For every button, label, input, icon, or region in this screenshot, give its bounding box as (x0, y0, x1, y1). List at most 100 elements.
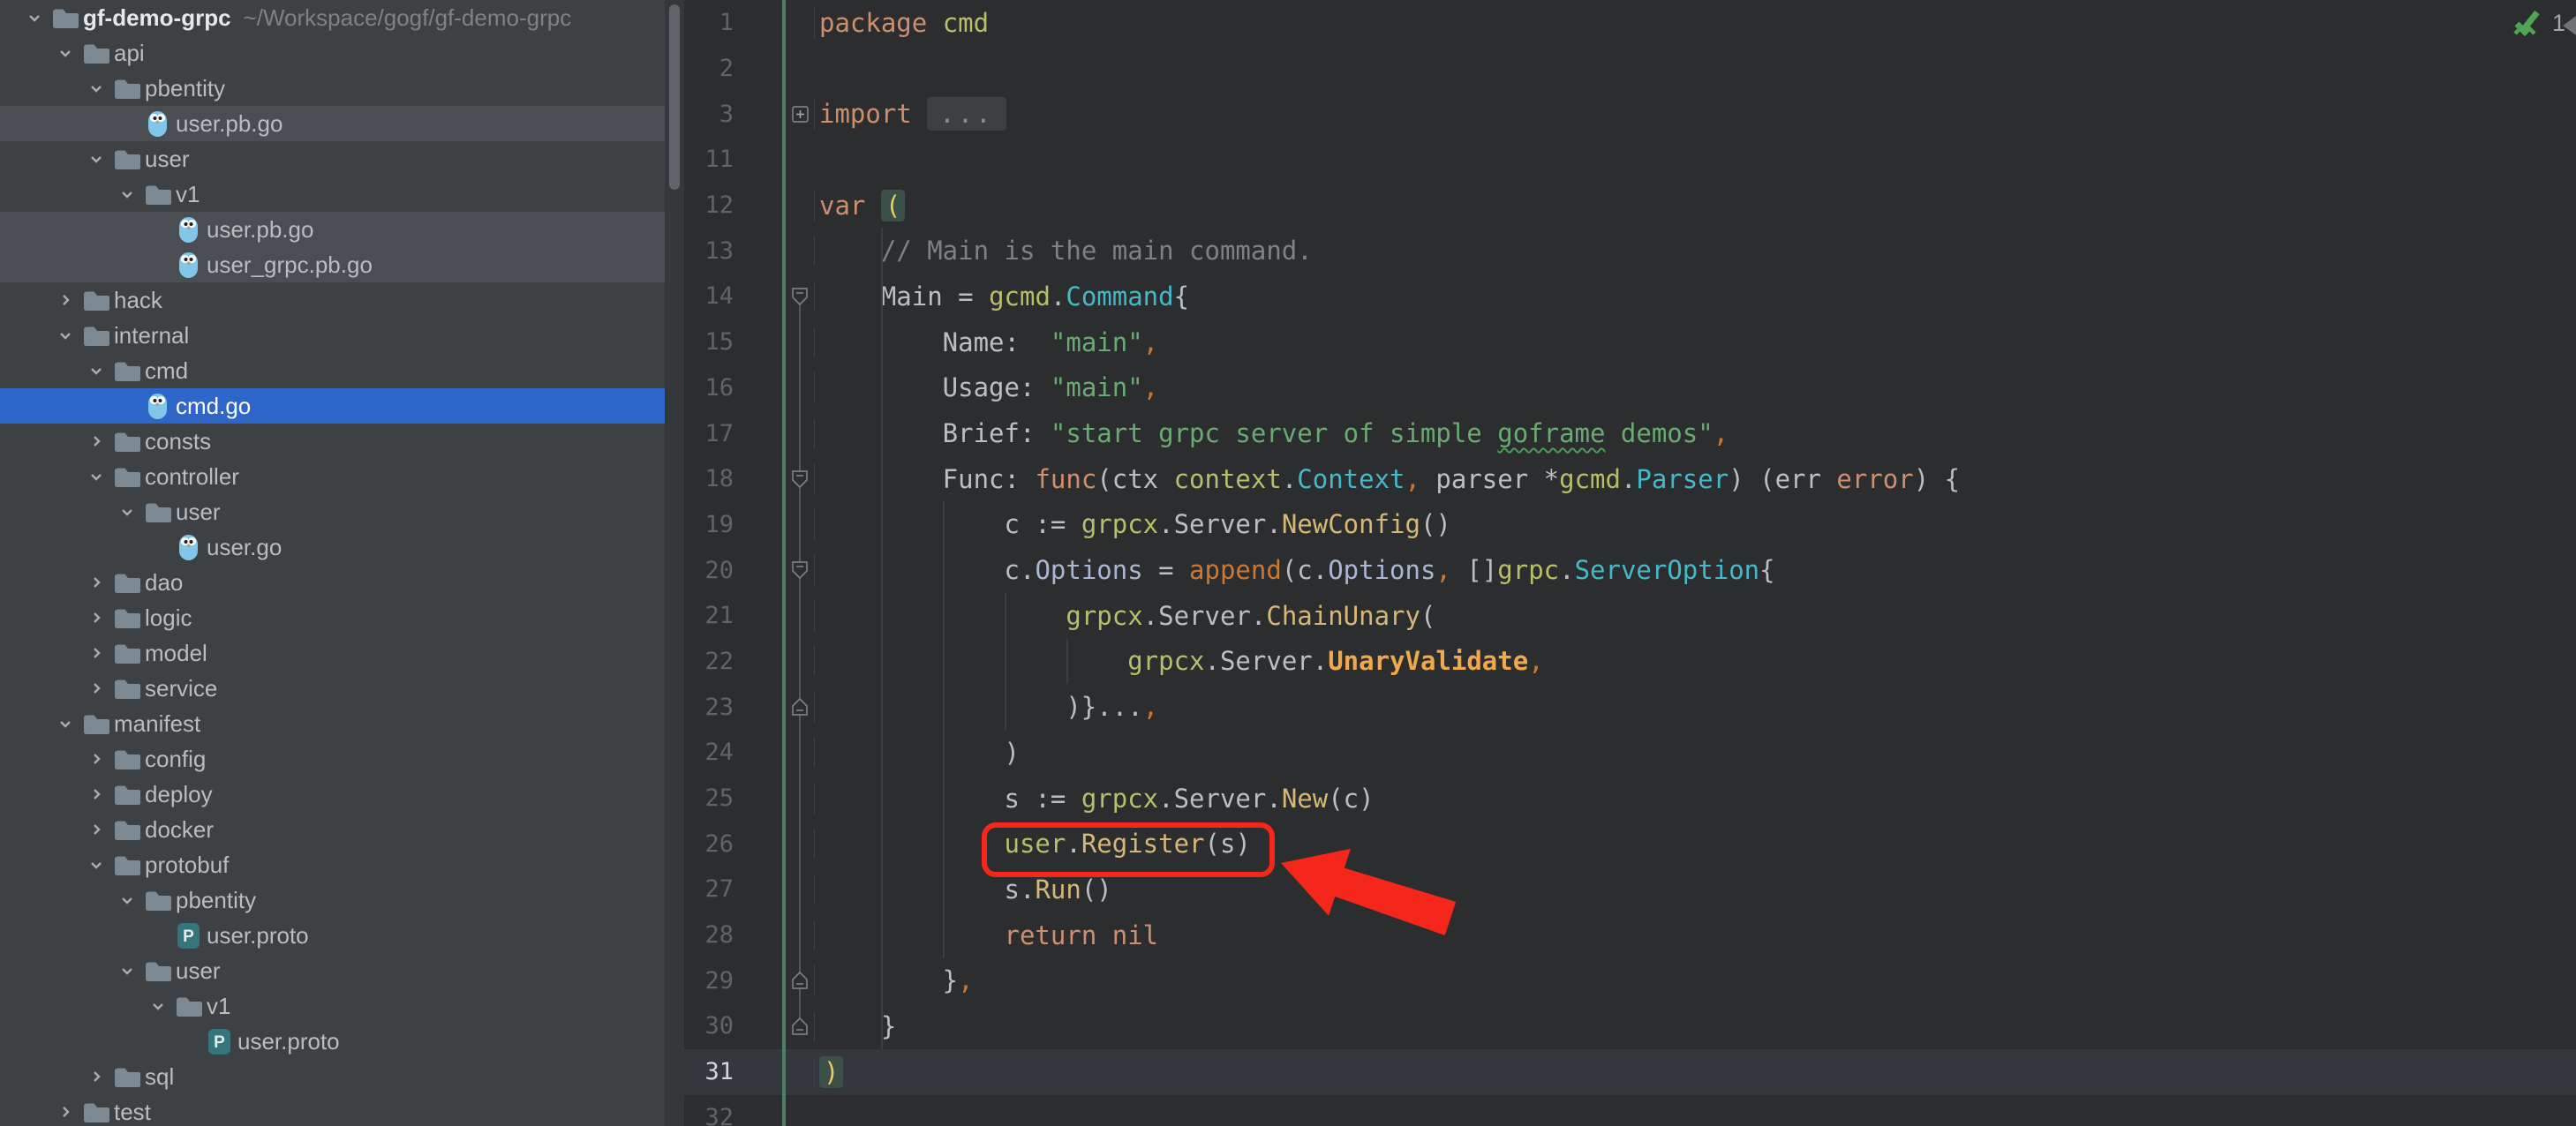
line-number[interactable]: 3 (684, 101, 734, 128)
chevron-right-icon[interactable] (81, 777, 110, 812)
tree-item-label: gf-demo-grpc (81, 4, 231, 32)
tree-item-docker[interactable]: docker (0, 812, 665, 847)
token-pl: { (1759, 555, 1774, 585)
chevron-right-icon[interactable] (81, 424, 110, 459)
tree-item-pbentity[interactable]: pbentity (0, 71, 665, 106)
tree-item-user[interactable]: user (0, 953, 665, 988)
fold-down-icon[interactable] (786, 286, 814, 307)
code-editor[interactable]: 1package cmd23import ...1112var (13 // M… (684, 0, 2576, 1126)
chevron-right-icon[interactable] (81, 812, 110, 847)
fold-up-icon[interactable] (786, 696, 814, 717)
chevron-right-icon[interactable] (81, 741, 110, 777)
widget-edge-chevron-icon[interactable] (2563, 14, 2576, 37)
line-number[interactable]: 11 (684, 146, 734, 173)
tree-item-api[interactable]: api (0, 35, 665, 71)
chevron-right-icon[interactable] (81, 1059, 110, 1094)
tree-item-v1[interactable]: v1 (0, 176, 665, 212)
tree-item-deploy[interactable]: deploy (0, 777, 665, 812)
tree-item-service[interactable]: service (0, 671, 665, 706)
chevron-right-icon[interactable] (50, 282, 79, 318)
fold-plus-icon[interactable] (786, 105, 814, 124)
tree-item-user.pb.go[interactable]: user.pb.go (0, 212, 665, 247)
line-number[interactable]: 14 (684, 282, 734, 310)
chevron-down-icon[interactable] (81, 847, 110, 882)
line-number[interactable]: 1 (684, 9, 734, 36)
tree-item-config[interactable]: config (0, 741, 665, 777)
chevron-right-icon[interactable] (81, 565, 110, 600)
chevron-down-icon[interactable] (50, 35, 79, 71)
line-number[interactable]: 28 (684, 921, 734, 949)
tree-item-user[interactable]: user (0, 141, 665, 176)
tree-item-user.proto[interactable]: Puser.proto (0, 1024, 665, 1059)
chevron-down-icon[interactable] (112, 494, 141, 529)
code-line-3: 3import ... (684, 91, 2576, 137)
line-number[interactable]: 31 (684, 1058, 734, 1085)
tree-item-protobuf[interactable]: protobuf (0, 847, 665, 882)
tree-item-cmd.go[interactable]: cmd.go (0, 388, 665, 424)
fold-down-icon[interactable] (786, 559, 814, 581)
tree-item-manifest[interactable]: manifest (0, 706, 665, 741)
tree-item-gf-demo-grpc[interactable]: gf-demo-grpc~/Workspace/gogf/gf-demo-grp… (0, 0, 665, 35)
tree-item-v1[interactable]: v1 (0, 988, 665, 1024)
tree-item-cmd[interactable]: cmd (0, 353, 665, 388)
chevron-down-icon[interactable] (81, 141, 110, 176)
line-number[interactable]: 26 (684, 830, 734, 858)
token-fnb: UnaryValidate (1328, 646, 1528, 676)
tree-item-user.pb.go[interactable]: user.pb.go (0, 106, 665, 141)
chevron-down-icon[interactable] (19, 0, 49, 35)
line-number[interactable]: 17 (684, 420, 734, 447)
tree-item-consts[interactable]: consts (0, 424, 665, 459)
chevron-down-icon[interactable] (112, 882, 141, 918)
fold-up-icon[interactable] (786, 970, 814, 991)
tree-item-sql[interactable]: sql (0, 1059, 665, 1094)
chevron-down-icon[interactable] (112, 176, 141, 212)
line-number[interactable]: 19 (684, 511, 734, 538)
line-number[interactable]: 24 (684, 739, 734, 766)
line-number[interactable]: 12 (684, 191, 734, 219)
line-number[interactable]: 21 (684, 602, 734, 629)
inspections-widget[interactable]: 1 (2510, 5, 2565, 41)
chevron-down-icon[interactable] (81, 459, 110, 494)
chevron-down-icon[interactable] (50, 318, 79, 353)
line-number[interactable]: 18 (684, 465, 734, 492)
chevron-right-icon[interactable] (81, 671, 110, 706)
tree-item-internal[interactable]: internal (0, 318, 665, 353)
project-tree-scrollbar-thumb[interactable] (669, 4, 680, 190)
tree-item-user_grpc.pb.go[interactable]: user_grpc.pb.go (0, 247, 665, 282)
line-number[interactable]: 13 (684, 237, 734, 265)
tree-item-model[interactable]: model (0, 635, 665, 671)
line-number[interactable]: 25 (684, 784, 734, 812)
tree-item-test[interactable]: test (0, 1094, 665, 1126)
token-kw: func (1035, 464, 1096, 494)
project-tree-scrollbar-track[interactable] (665, 0, 684, 1126)
chevron-down-icon[interactable] (81, 353, 110, 388)
line-number[interactable]: 20 (684, 557, 734, 584)
line-number[interactable]: 22 (684, 648, 734, 675)
line-number[interactable]: 27 (684, 875, 734, 903)
line-number[interactable]: 16 (684, 374, 734, 402)
chevron-right-icon[interactable] (50, 1094, 79, 1126)
line-number[interactable]: 2 (684, 55, 734, 82)
fold-down-icon[interactable] (786, 469, 814, 490)
token-pl (912, 99, 927, 129)
line-number[interactable]: 15 (684, 328, 734, 356)
fold-up-icon[interactable] (786, 1016, 814, 1037)
tree-item-dao[interactable]: dao (0, 565, 665, 600)
tree-item-user[interactable]: user (0, 494, 665, 529)
chevron-down-icon[interactable] (81, 71, 110, 106)
chevron-right-icon[interactable] (81, 600, 110, 635)
tree-item-user.go[interactable]: user.go (0, 529, 665, 565)
tree-item-hack[interactable]: hack (0, 282, 665, 318)
tree-item-logic[interactable]: logic (0, 600, 665, 635)
tree-item-controller[interactable]: controller (0, 459, 665, 494)
chevron-down-icon[interactable] (112, 953, 141, 988)
line-number[interactable]: 29 (684, 967, 734, 995)
line-number[interactable]: 30 (684, 1012, 734, 1040)
chevron-right-icon[interactable] (81, 635, 110, 671)
line-number[interactable]: 32 (684, 1104, 734, 1126)
tree-item-pbentity[interactable]: pbentity (0, 882, 665, 918)
chevron-down-icon[interactable] (143, 988, 172, 1024)
chevron-down-icon[interactable] (50, 706, 79, 741)
line-number[interactable]: 23 (684, 694, 734, 721)
tree-item-user.proto[interactable]: Puser.proto (0, 918, 665, 953)
